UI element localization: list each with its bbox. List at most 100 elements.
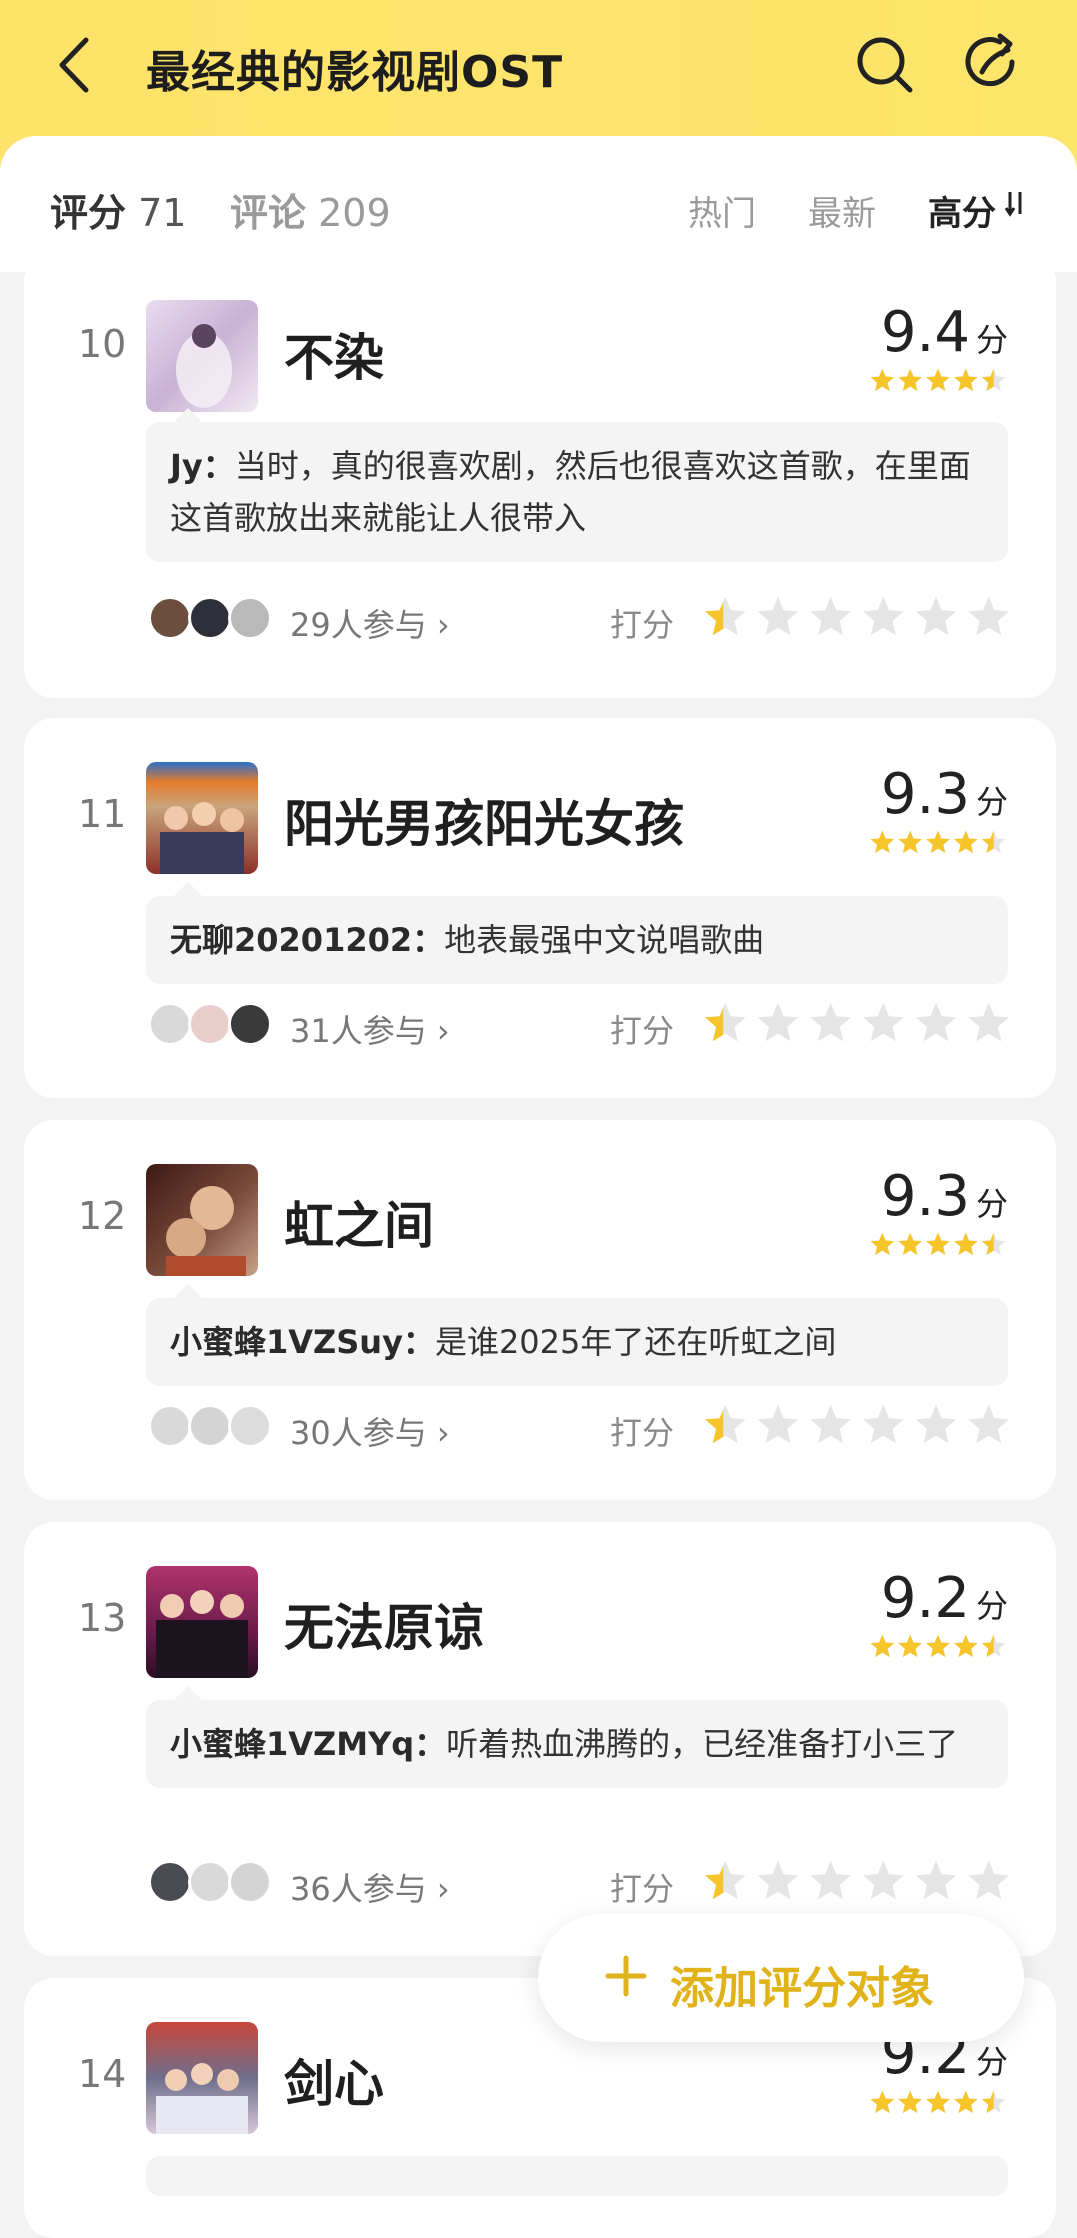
rate-stars-input[interactable] bbox=[704, 1860, 1010, 1904]
add-button-label: 添加评分对象 bbox=[670, 1963, 934, 2014]
item-title: 不染 bbox=[284, 329, 384, 387]
back-arrow-icon[interactable] bbox=[50, 30, 100, 100]
avatar bbox=[228, 1404, 272, 1448]
rank-number: 10 bbox=[78, 322, 127, 366]
participants-link[interactable]: 29人参与 › bbox=[290, 600, 450, 646]
star-filled-icon bbox=[954, 830, 978, 854]
star-filled-icon bbox=[926, 2090, 950, 2114]
star-icon bbox=[810, 596, 851, 636]
participants-link[interactable]: 31人参与 › bbox=[290, 1006, 450, 1052]
score: 9.4 分 bbox=[881, 300, 1008, 365]
chevron-right-icon: › bbox=[436, 606, 450, 644]
score: 9.3 分 bbox=[881, 1164, 1008, 1229]
cover-image bbox=[146, 1566, 258, 1678]
score-value: 9.4 bbox=[880, 300, 970, 365]
cover-image bbox=[146, 762, 258, 874]
star-filled-icon bbox=[954, 1634, 978, 1658]
sort-new[interactable]: 最新 bbox=[808, 186, 876, 235]
star-filled-icon bbox=[870, 368, 895, 392]
list-item[interactable]: 13 无法原谅 9.2 分 小蜜蜂1VZMYq：听着热血沸腾的，已经准备打小三了 … bbox=[24, 1522, 1056, 1956]
comment-text: 听着热血沸腾的，已经准备打小三了 bbox=[446, 1725, 959, 1763]
comment-user: 小蜜蜂1VZSuy： bbox=[170, 1323, 435, 1361]
sort-high-score[interactable]: 高分 bbox=[928, 186, 996, 235]
score-value: 9.3 bbox=[880, 1164, 970, 1229]
star-filled-icon bbox=[870, 830, 895, 854]
score-unit: 分 bbox=[975, 783, 1008, 821]
plus-icon bbox=[605, 1955, 647, 1997]
score-unit: 分 bbox=[975, 321, 1008, 359]
avatar bbox=[148, 1860, 192, 1904]
score-stars bbox=[870, 830, 1006, 854]
search-icon[interactable] bbox=[852, 32, 916, 96]
rate-label: 打分 bbox=[610, 1870, 675, 1908]
avatar bbox=[148, 1002, 192, 1046]
comments-label: 评论 bbox=[230, 191, 307, 235]
sort-order-icon[interactable] bbox=[1004, 188, 1028, 218]
star-filled-icon bbox=[926, 830, 950, 854]
score-value: 9.3 bbox=[880, 762, 970, 827]
participant-avatars bbox=[148, 596, 278, 644]
star-icon bbox=[915, 1860, 957, 1900]
star-filled-icon bbox=[954, 1232, 978, 1256]
list-item[interactable]: 10 不染 9.4 分 Jy：当时，真的很喜欢剧，然后也很喜欢这首歌，在里面这首歌… bbox=[24, 252, 1056, 698]
star-filled-icon bbox=[898, 368, 922, 392]
item-title: 无法原谅 bbox=[284, 1599, 484, 1657]
chevron-right-icon: › bbox=[436, 1870, 450, 1908]
star-icon bbox=[757, 1002, 799, 1042]
top-comment[interactable]: 小蜜蜂1VZMYq：听着热血沸腾的，已经准备打小三了 bbox=[146, 1686, 1008, 1788]
star-filled-icon bbox=[898, 1232, 922, 1256]
score-value: 9.2 bbox=[880, 1566, 970, 1631]
chevron-right-icon: › bbox=[436, 1414, 450, 1452]
participant-avatars bbox=[148, 1002, 278, 1050]
rank-number: 14 bbox=[78, 2052, 127, 2096]
list-item[interactable]: 11 阳光男孩阳光女孩 9.3 分 无聊20201202：地表最强中文说唱歌曲 3… bbox=[24, 718, 1056, 1098]
participants-link[interactable]: 36人参与 › bbox=[290, 1864, 450, 1910]
rank-number: 13 bbox=[78, 1596, 127, 1640]
participants-count: 31人参与 bbox=[290, 1012, 427, 1050]
rate-stars-input[interactable] bbox=[704, 596, 1010, 640]
cover-image bbox=[146, 1164, 258, 1276]
score-stars bbox=[870, 2090, 1006, 2114]
star-filled-icon bbox=[898, 830, 922, 854]
star-icon bbox=[863, 596, 904, 636]
sort-hot[interactable]: 热门 bbox=[688, 186, 756, 235]
score: 9.2 分 bbox=[881, 1566, 1008, 1631]
score-unit: 分 bbox=[975, 1587, 1008, 1625]
rate-stars-input[interactable] bbox=[704, 1404, 1010, 1448]
star-filled-icon bbox=[926, 368, 950, 392]
star-filled-icon bbox=[870, 1232, 895, 1256]
tab-comments[interactable]: 评论 209 bbox=[230, 182, 391, 237]
star-filled-icon bbox=[870, 2090, 895, 2114]
star-icon bbox=[757, 1404, 799, 1444]
star-icon bbox=[810, 1404, 851, 1444]
participants-count: 30人参与 bbox=[290, 1414, 427, 1452]
top-comment[interactable]: 无聊20201202：地表最强中文说唱歌曲 bbox=[146, 882, 1008, 984]
ratings-count: 71 bbox=[138, 191, 187, 235]
ratings-label: 评分 bbox=[50, 191, 127, 235]
star-icon bbox=[968, 1860, 1009, 1900]
item-title: 阳光男孩阳光女孩 bbox=[284, 795, 684, 853]
score-stars bbox=[870, 1634, 1006, 1658]
star-filled-icon bbox=[898, 1634, 922, 1658]
star-icon bbox=[968, 1002, 1009, 1042]
rate-stars-input[interactable] bbox=[704, 1002, 1010, 1046]
score-stars bbox=[870, 368, 1006, 392]
comment-text: 是谁2025年了还在听虹之间 bbox=[434, 1323, 837, 1361]
top-comment[interactable]: 小蜜蜂1VZSuy：是谁2025年了还在听虹之间 bbox=[146, 1284, 1008, 1386]
top-comment[interactable] bbox=[146, 2156, 1008, 2196]
top-comment[interactable]: Jy：当时，真的很喜欢剧，然后也很喜欢这首歌，在里面这首歌放出来就能让人很带入 bbox=[146, 408, 1008, 562]
list-item[interactable]: 12 虹之间 9.3 分 小蜜蜂1VZSuy：是谁2025年了还在听虹之间 30人… bbox=[24, 1120, 1056, 1500]
participants-count: 29人参与 bbox=[290, 606, 427, 644]
tab-ratings[interactable]: 评分 71 bbox=[50, 182, 186, 237]
star-icon bbox=[810, 1002, 851, 1042]
star-filled-icon bbox=[954, 368, 978, 392]
star-icon bbox=[863, 1860, 904, 1900]
star-filled-icon bbox=[898, 2090, 922, 2114]
star-filled-icon bbox=[870, 1634, 895, 1658]
share-icon[interactable] bbox=[960, 32, 1024, 96]
rate-label: 打分 bbox=[610, 1012, 675, 1050]
rate-label: 打分 bbox=[610, 1414, 675, 1452]
participants-link[interactable]: 30人参与 › bbox=[290, 1408, 450, 1454]
add-rating-target-button[interactable]: 添加评分对象 bbox=[538, 1914, 1024, 2042]
comment-user: Jy： bbox=[170, 447, 235, 485]
